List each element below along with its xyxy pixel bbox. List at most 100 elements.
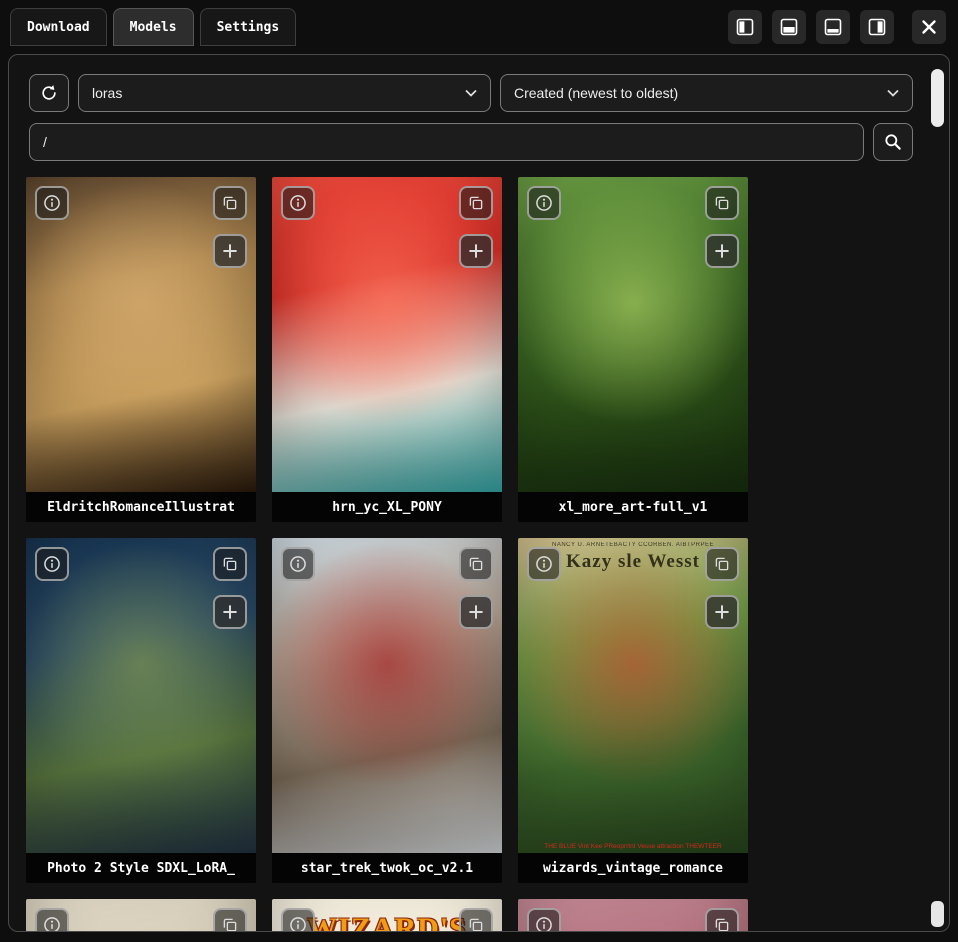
scrollbar[interactable] xyxy=(931,61,944,927)
plus-icon xyxy=(712,602,732,622)
copy-button[interactable] xyxy=(705,908,739,932)
info-icon xyxy=(42,915,62,932)
search-icon xyxy=(883,132,903,152)
model-card[interactable]: Photo 2 Style SDXL_LoRA_ xyxy=(26,538,256,883)
model-card[interactable] xyxy=(518,899,748,932)
copy-button[interactable] xyxy=(213,547,247,581)
layout-bottom-half-icon xyxy=(780,18,798,36)
add-button[interactable] xyxy=(459,595,493,629)
model-name-label: Photo 2 Style SDXL_LoRA_ xyxy=(26,853,256,883)
close-icon xyxy=(920,18,938,36)
copy-icon xyxy=(713,555,731,573)
model-card[interactable]: NANCY U. ARNETEBACTY CCORBEN. AIBTPRPEE … xyxy=(518,538,748,883)
copy-icon xyxy=(713,194,731,212)
image-footer: THE BLUE Vint Kee PReoprrtnt Vesse attra… xyxy=(521,843,745,850)
info-icon xyxy=(42,554,62,574)
plus-icon xyxy=(712,241,732,261)
model-card[interactable] xyxy=(26,899,256,932)
copy-icon xyxy=(221,194,239,212)
layout-bottom-bar-button[interactable] xyxy=(816,10,850,44)
info-button[interactable] xyxy=(527,547,561,581)
models-panel: loras Created (newest to oldest) xyxy=(8,54,950,932)
search-input[interactable] xyxy=(29,123,864,161)
scrollbar-bottom-thumb[interactable] xyxy=(931,901,944,927)
copy-icon xyxy=(713,916,731,932)
search-toolbar xyxy=(29,123,913,161)
info-button[interactable] xyxy=(281,908,315,932)
model-type-value: loras xyxy=(92,85,122,101)
copy-button[interactable] xyxy=(459,186,493,220)
info-icon xyxy=(42,193,62,213)
copy-icon xyxy=(221,916,239,932)
copy-button[interactable] xyxy=(705,547,739,581)
model-grid: EldritchRomanceIllustrat xyxy=(26,177,949,932)
model-name-label: xl_more_art-full_v1 xyxy=(518,492,748,522)
model-card[interactable]: WIZARD'S xyxy=(272,899,502,932)
info-button[interactable] xyxy=(527,908,561,932)
window-controls xyxy=(728,10,946,44)
model-card[interactable]: EldritchRomanceIllustrat xyxy=(26,177,256,522)
copy-icon xyxy=(467,555,485,573)
copy-icon xyxy=(221,555,239,573)
card-actions xyxy=(459,908,493,932)
card-actions xyxy=(705,186,739,268)
chevron-down-icon xyxy=(465,89,477,97)
model-card[interactable]: hrn_yc_XL_PONY xyxy=(272,177,502,522)
tab-settings[interactable]: Settings xyxy=(200,8,297,46)
copy-icon xyxy=(467,194,485,212)
info-icon xyxy=(534,193,554,213)
model-card[interactable]: xl_more_art-full_v1 xyxy=(518,177,748,522)
card-actions xyxy=(213,547,247,629)
layout-right-panel-button[interactable] xyxy=(860,10,894,44)
add-button[interactable] xyxy=(213,234,247,268)
info-button[interactable] xyxy=(527,186,561,220)
info-button[interactable] xyxy=(35,186,69,220)
plus-icon xyxy=(466,602,486,622)
scrollbar-thumb[interactable] xyxy=(931,69,944,127)
layout-bottom-bar-icon xyxy=(824,18,842,36)
card-actions xyxy=(459,547,493,629)
layout-left-panel-icon xyxy=(736,18,754,36)
tab-models[interactable]: Models xyxy=(113,8,194,46)
add-button[interactable] xyxy=(705,234,739,268)
filter-toolbar: loras Created (newest to oldest) xyxy=(29,74,913,112)
layout-bottom-half-button[interactable] xyxy=(772,10,806,44)
model-card[interactable]: star_trek_twok_oc_v2.1 xyxy=(272,538,502,883)
tab-bar: Download Models Settings xyxy=(10,8,296,46)
refresh-button[interactable] xyxy=(29,74,69,112)
copy-button[interactable] xyxy=(705,186,739,220)
copy-button[interactable] xyxy=(213,186,247,220)
sort-select[interactable]: Created (newest to oldest) xyxy=(500,74,913,112)
plus-icon xyxy=(220,241,240,261)
info-icon xyxy=(288,554,308,574)
add-button[interactable] xyxy=(459,234,493,268)
card-actions xyxy=(705,547,739,629)
add-button[interactable] xyxy=(705,595,739,629)
model-name-label: EldritchRomanceIllustrat xyxy=(26,492,256,522)
layout-right-panel-icon xyxy=(868,18,886,36)
add-button[interactable] xyxy=(213,595,247,629)
info-button[interactable] xyxy=(35,908,69,932)
info-button[interactable] xyxy=(281,547,315,581)
close-button[interactable] xyxy=(912,10,946,44)
plus-icon xyxy=(466,241,486,261)
tab-download[interactable]: Download xyxy=(10,8,107,46)
model-name-label: wizards_vintage_romance xyxy=(518,853,748,883)
sort-value: Created (newest to oldest) xyxy=(514,85,678,101)
copy-button[interactable] xyxy=(213,908,247,932)
info-icon xyxy=(534,554,554,574)
model-name-label: star_trek_twok_oc_v2.1 xyxy=(272,853,502,883)
info-button[interactable] xyxy=(281,186,315,220)
copy-icon xyxy=(467,916,485,932)
layout-left-panel-button[interactable] xyxy=(728,10,762,44)
model-type-select[interactable]: loras xyxy=(78,74,491,112)
card-actions xyxy=(213,186,247,268)
info-icon xyxy=(534,915,554,932)
info-icon xyxy=(288,915,308,932)
copy-button[interactable] xyxy=(459,547,493,581)
search-button[interactable] xyxy=(873,123,913,161)
chevron-down-icon xyxy=(887,89,899,97)
card-actions xyxy=(213,908,247,932)
info-button[interactable] xyxy=(35,547,69,581)
copy-button[interactable] xyxy=(459,908,493,932)
